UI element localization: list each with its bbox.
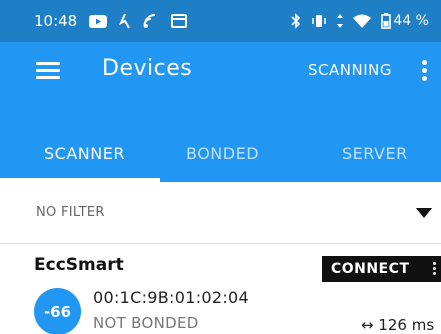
- more-options-icon[interactable]: [422, 60, 428, 82]
- wifi-icon: [353, 14, 372, 28]
- filter-label: NO FILTER: [36, 205, 105, 220]
- rssi-badge: -66: [34, 288, 81, 334]
- tab-bonded[interactable]: BONDED: [186, 144, 259, 163]
- bond-state: NOT BONDED: [93, 314, 199, 332]
- tab-scanner[interactable]: SCANNER: [44, 144, 125, 163]
- cast-icon: [171, 14, 188, 28]
- status-time: 10:48: [34, 12, 78, 30]
- status-icons-right: 44 %: [291, 13, 429, 29]
- device-name: EccSmart: [34, 255, 124, 275]
- vibrate-icon: [312, 15, 327, 27]
- bluetooth-icon: [291, 13, 301, 29]
- device-address: 00:1C:9B:01:02:04: [93, 288, 249, 307]
- signal-icon: [337, 14, 344, 28]
- connect-more-icon[interactable]: [433, 262, 436, 276]
- battery-status: 44 %: [381, 13, 429, 29]
- tab-bar: SCANNER BONDED SERVER: [0, 100, 441, 182]
- list-item[interactable]: EccSmart CONNECT -66 00:1C:9B:01:02:04 N…: [0, 245, 441, 334]
- connect-button[interactable]: CONNECT: [322, 256, 441, 282]
- status-bar: 10:48 44 %: [0, 0, 441, 42]
- youtube-icon: [89, 14, 108, 28]
- status-icons-left: [89, 13, 188, 29]
- menu-icon[interactable]: [36, 62, 60, 80]
- screen-share-icon: [143, 13, 156, 28]
- page-title: Devices: [102, 56, 193, 81]
- rssi-value: -66: [43, 302, 72, 321]
- connect-label: CONNECT: [331, 261, 410, 277]
- battery-percent: 44 %: [393, 13, 429, 29]
- app-bar: Devices SCANNING: [0, 42, 441, 100]
- direction-icon: [119, 13, 131, 29]
- scanning-button[interactable]: SCANNING: [308, 61, 392, 79]
- filter-dropdown[interactable]: NO FILTER: [0, 182, 441, 244]
- battery-icon: [381, 13, 392, 29]
- dropdown-arrow-icon: [416, 208, 432, 218]
- tab-server[interactable]: SERVER: [342, 144, 408, 163]
- advertising-interval: ↔ 126 ms: [361, 316, 435, 334]
